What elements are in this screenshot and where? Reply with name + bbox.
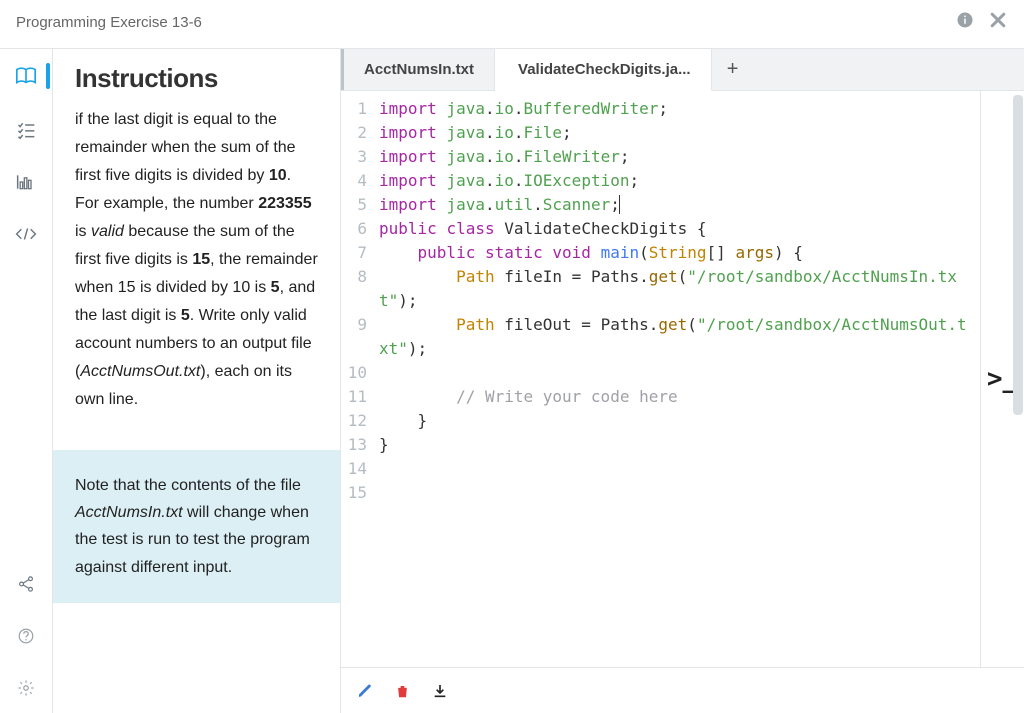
close-icon[interactable] bbox=[988, 10, 1008, 34]
scroll-thumb[interactable] bbox=[1013, 95, 1023, 415]
editor-tabs: AcctNumsIn.txt ValidateCheckDigits.ja...… bbox=[341, 49, 1024, 91]
code-editor[interactable]: 12345678 9 101112131415 import java.io.B… bbox=[341, 91, 980, 667]
instructions-body: if the last digit is equal to the remain… bbox=[53, 106, 340, 713]
code-icon[interactable] bbox=[15, 223, 37, 245]
editor-area: 12345678 9 101112131415 import java.io.B… bbox=[341, 91, 1024, 667]
instructions-heading: Instructions bbox=[53, 49, 340, 106]
instructions-text: if the last digit is equal to the remain… bbox=[75, 106, 318, 414]
nav-rail bbox=[0, 48, 52, 713]
info-icon[interactable] bbox=[956, 11, 974, 33]
download-icon[interactable] bbox=[432, 683, 448, 699]
settings-icon[interactable] bbox=[15, 677, 37, 699]
code-content[interactable]: import java.io.BufferedWriter;import jav… bbox=[375, 91, 980, 667]
share-icon[interactable] bbox=[15, 573, 37, 595]
book-icon[interactable] bbox=[15, 65, 37, 87]
add-tab-icon[interactable]: + bbox=[712, 49, 754, 90]
chart-icon[interactable] bbox=[15, 171, 37, 193]
main-body: Instructions if the last digit is equal … bbox=[0, 48, 1024, 713]
instructions-pane: Instructions if the last digit is equal … bbox=[52, 48, 340, 713]
editor-pane: AcctNumsIn.txt ValidateCheckDigits.ja...… bbox=[340, 48, 1024, 713]
tab-validatecheckdigits[interactable]: ValidateCheckDigits.ja... bbox=[495, 49, 712, 91]
help-icon[interactable] bbox=[15, 625, 37, 647]
checklist-icon[interactable] bbox=[15, 119, 37, 141]
app-root: Programming Exercise 13-6 bbox=[0, 0, 1024, 713]
delete-icon[interactable] bbox=[395, 683, 410, 699]
tab-acctnumsin[interactable]: AcctNumsIn.txt bbox=[341, 49, 495, 90]
line-gutter: 12345678 9 101112131415 bbox=[341, 91, 375, 667]
titlebar-actions bbox=[956, 10, 1008, 34]
editor-toolbar bbox=[341, 667, 1024, 713]
exercise-title: Programming Exercise 13-6 bbox=[16, 14, 202, 31]
editor-scrollbar[interactable] bbox=[1014, 91, 1024, 667]
titlebar: Programming Exercise 13-6 bbox=[0, 0, 1024, 48]
edit-icon[interactable] bbox=[357, 683, 373, 699]
instructions-note: Note that the contents of the file AcctN… bbox=[53, 450, 340, 603]
